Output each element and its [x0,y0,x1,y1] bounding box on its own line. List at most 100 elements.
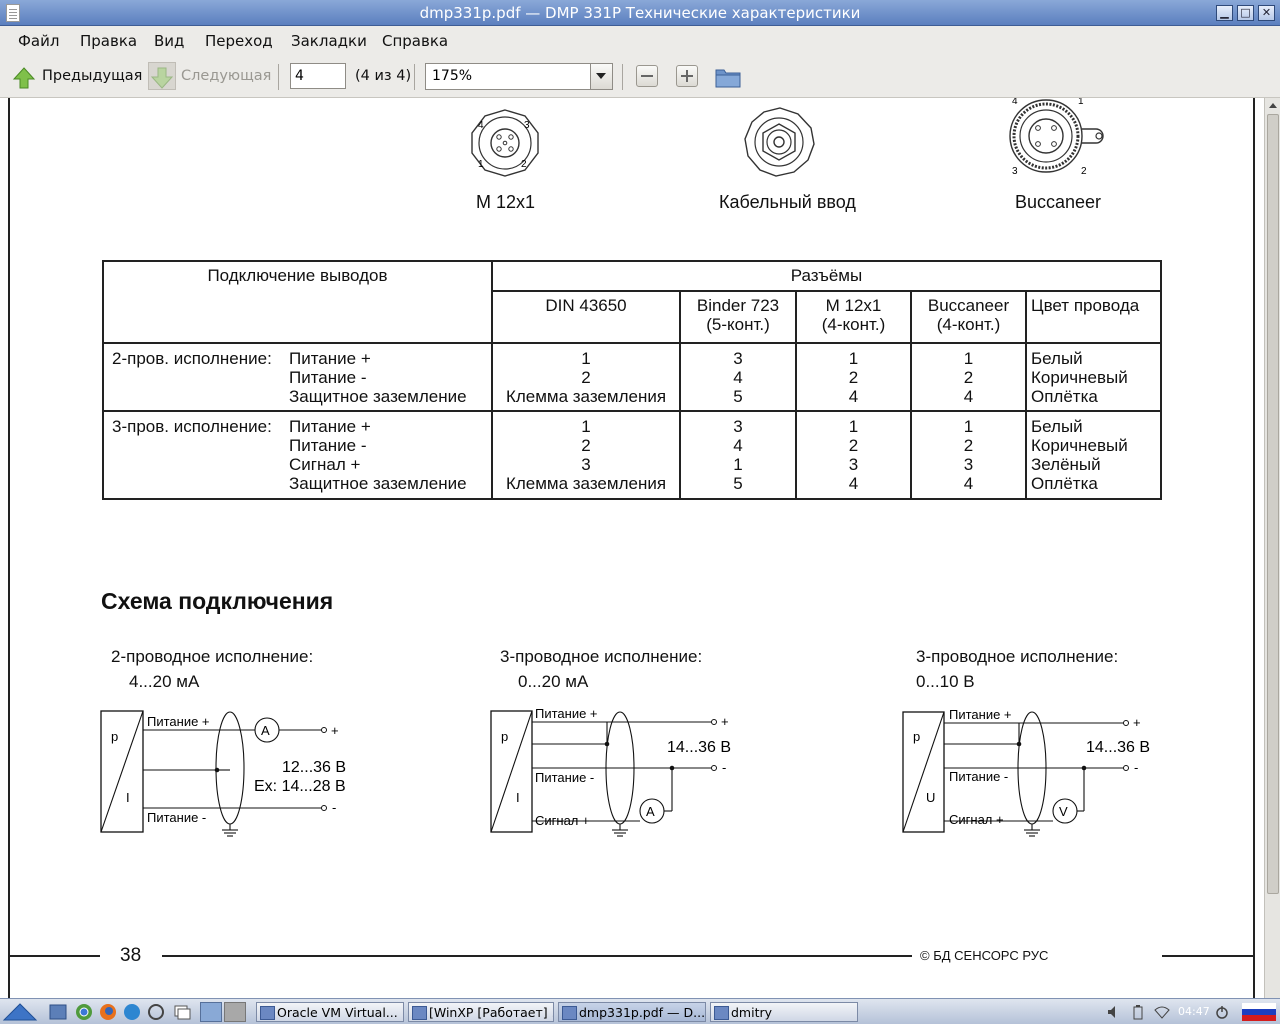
svg-text:A: A [261,723,270,738]
network-app-icon[interactable] [122,1002,142,1022]
svg-text:Питание +: Питание + [949,707,1012,722]
scrollbar-thumb[interactable] [1267,114,1279,894]
header-pin-connection: Подключение выводов [102,260,493,344]
zoom-in-button[interactable] [676,65,698,87]
svg-text:Питание -: Питание - [949,769,1008,784]
svg-text:U: U [926,790,935,805]
close-button[interactable]: ✕ [1258,5,1275,21]
menu-bookmarks[interactable]: Закладки [291,32,367,50]
workspace-2[interactable] [224,1002,246,1022]
m12-pin-label: 4 [478,120,484,131]
buccaneer-connector-drawing: 4 1 3 2 [1009,98,1104,177]
diagram1-title: 2-проводное исполнение: [111,647,314,666]
buccaneer-cell: 1234 [910,410,1027,500]
svg-text:I: I [516,790,520,805]
zoom-out-button[interactable] [636,65,658,87]
down-arrow-icon [150,67,174,89]
windows-icon[interactable] [172,1002,192,1022]
menu-go[interactable]: Переход [205,32,273,50]
svg-text:Сигнал +: Сигнал + [535,813,590,828]
footer-rule-left [10,955,100,957]
maximize-button[interactable]: □ [1237,5,1254,21]
toolbar-separator [622,64,623,90]
menu-file[interactable]: Файл [18,32,59,50]
signal-name: Защитное заземление [289,474,467,493]
keyboard-layout-flag-icon[interactable] [1242,1003,1276,1021]
header-connectors: Разъёмы [491,260,1162,292]
buccaneer-pin-label: 4 [1012,98,1018,107]
pin-assignment-table: Подключение выводов Разъёмы DIN 43650 Bi… [102,260,1162,500]
chevron-down-icon [596,73,606,79]
zoom-select[interactable]: 175% [425,63,613,90]
header-m12: M 12x1 (4-конт.) [795,290,912,344]
window-title: dmp331p.pdf — DMP 331P Технические харак… [419,4,861,22]
buccaneer-pin-label: 3 [1012,166,1018,177]
power-icon[interactable] [1214,1004,1230,1020]
svg-text:A: A [646,804,655,819]
next-page-button[interactable]: Следующая [146,60,271,94]
page-border-left [8,98,10,998]
document-viewport[interactable]: 4 3 1 2 M 12x1 Кабельный ввод 4 1 3 2 Bu… [0,98,1264,998]
open-file-button[interactable] [714,64,742,90]
din-cell: 1 2 Клемма заземления [491,342,681,412]
menu-help[interactable]: Справка [382,32,448,50]
firefox-icon[interactable] [98,1002,118,1022]
task-winxp[interactable]: [WinXP [Работает] ... [408,1002,554,1022]
minimize-button[interactable]: ▁ [1216,5,1233,21]
copyright-text: © БД СЕНСОРС РУС [920,948,1049,963]
menu-view[interactable]: Вид [154,32,184,50]
m12-pin-label: 1 [478,159,484,170]
signal-name: Питание + [289,349,371,368]
update-icon[interactable] [146,1002,166,1022]
m12-pin-label: 3 [524,120,530,131]
zoom-dropdown-button[interactable] [590,64,612,89]
folder-icon [715,69,741,88]
svg-text:p: p [913,729,920,744]
svg-text:Питание -: Питание - [147,810,206,825]
scroll-up-icon[interactable] [1267,100,1279,112]
zoom-value: 175% [432,68,473,84]
svg-text:Питание -: Питание - [535,770,594,785]
start-menu-icon[interactable] [0,1000,42,1024]
file-manager-icon[interactable] [48,1002,68,1022]
previous-page-button[interactable]: Предыдущая [8,60,142,94]
diagram3-range: 0...10 В [916,672,975,691]
svg-text:-: - [332,800,336,815]
volume-icon[interactable] [1106,1004,1122,1020]
page-number-input[interactable] [290,63,346,89]
menu-edit[interactable]: Правка [80,32,137,50]
buccaneer-caption: Buccaneer [1015,192,1102,212]
header-binder723: Binder 723 (5-конт.) [679,290,797,344]
wiring-scheme-heading: Схема подключения [101,588,334,614]
task-pdf-viewer[interactable]: dmp331p.pdf — D... [558,1002,706,1022]
clock: 04:47 [1178,1005,1210,1018]
m12-pin-label: 2 [521,159,527,170]
binder-cell: 3415 [679,410,797,500]
binder-cell: 345 [679,342,797,412]
workspace-1[interactable] [200,1002,222,1022]
vertical-scrollbar[interactable] [1264,98,1280,998]
svg-text:14...36 В: 14...36 В [1086,739,1150,756]
previous-page-label: Предыдущая [42,68,143,84]
battery-icon[interactable] [1130,1004,1146,1020]
menu-bar: Файл Правка Вид Переход Закладки Справка [0,26,1280,56]
table-row-2wire: 2-пров. исполнение: Питание + Питание - … [102,342,1162,412]
wifi-icon[interactable] [1154,1004,1170,1020]
header-buccaneer: Buccaneer (4-конт.) [910,290,1027,344]
signal-name: Питание - [289,436,367,455]
task-virtualbox[interactable]: Oracle VM Virtual... [256,1002,404,1022]
zoom-in-icon [681,70,693,82]
task-terminal[interactable]: dmitry [710,1002,858,1022]
cable-gland-drawing [744,107,815,177]
footer-rule-middle [162,955,912,957]
toolbar: Предыдущая Следующая (4 из 4) 175% [0,56,1280,98]
svg-text:Питание +: Питание + [535,706,598,721]
svg-text:I: I [126,790,130,805]
diagram1-wiring: p I A + Питание + - Питание - 12...36 В … [100,710,346,837]
svg-text:p: p [501,729,508,744]
svg-text:p: p [111,729,118,744]
m12-caption: M 12x1 [476,192,536,212]
svg-text:-: - [1134,760,1138,775]
svg-text:Питание +: Питание + [147,714,210,729]
chrome-icon[interactable] [74,1002,94,1022]
